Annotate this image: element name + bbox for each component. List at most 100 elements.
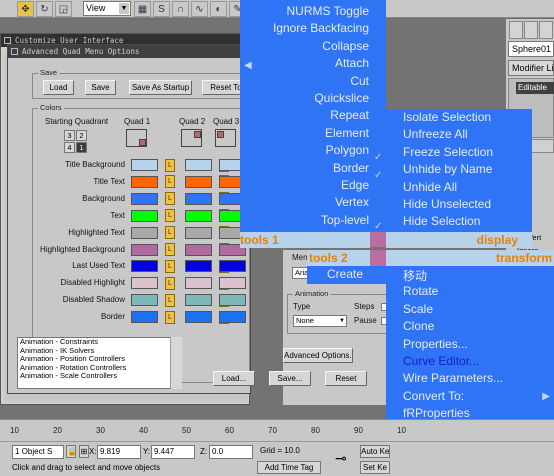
color-swatch[interactable] (219, 294, 246, 307)
menu-item[interactable]: Ignore Backfacing (273, 21, 369, 35)
auto-key-button[interactable]: Auto Ke (360, 445, 390, 458)
advanced-options-button[interactable]: Advanced Options... (283, 348, 353, 363)
rotate-icon[interactable]: ↻ (36, 1, 53, 17)
save-dots-button[interactable]: Save... (269, 371, 311, 386)
color-swatch[interactable] (131, 260, 158, 273)
color-swatch[interactable] (185, 226, 212, 239)
quad-1-icon[interactable] (126, 129, 147, 147)
menu-item[interactable]: Quickslice (314, 91, 369, 105)
z-coordinate-field[interactable]: 0.0 (209, 445, 253, 459)
color-swatch[interactable] (219, 277, 246, 290)
magnet-icon[interactable]: ∩ (172, 1, 189, 17)
quadrant-button-1[interactable]: 1 (76, 142, 87, 153)
menu-item[interactable]: Rotate (403, 284, 438, 298)
scale-icon[interactable]: ◲ (55, 1, 72, 17)
lock-color-toggle[interactable]: L (165, 158, 175, 172)
quad-2-icon[interactable] (181, 129, 202, 147)
lock-color-toggle[interactable]: L (165, 209, 175, 223)
color-swatch[interactable] (131, 192, 158, 205)
pivot-icon[interactable]: ▦ (134, 1, 151, 17)
menu-item[interactable]: Wire Parameters... (403, 371, 503, 385)
color-swatch[interactable] (185, 294, 212, 307)
lock-color-toggle[interactable]: L (165, 293, 175, 307)
command-panel-tabs[interactable] (509, 21, 553, 39)
add-time-tag-button[interactable]: Add Time Tag (257, 461, 321, 474)
menu-item[interactable]: Element (325, 126, 369, 140)
action-list[interactable]: Animation - Constraints Animation - IK S… (17, 337, 182, 389)
y-coordinate-field[interactable]: 9.447 (151, 445, 195, 459)
menu-item[interactable]: Properties... (403, 337, 468, 351)
quadrant-button-3[interactable]: 3 (64, 130, 75, 141)
object-name-field[interactable]: Sphere01 (508, 41, 554, 57)
menu-item[interactable]: Scale (403, 302, 433, 316)
quad-3-icon[interactable] (215, 129, 236, 147)
lock-color-toggle[interactable]: L (165, 259, 175, 273)
lock-color-toggle[interactable]: L (165, 226, 175, 240)
color-swatch[interactable] (185, 311, 212, 324)
save-button[interactable]: Save (85, 80, 116, 95)
material-icon[interactable]: ◐ (210, 1, 227, 17)
animation-type-select[interactable]: None ▼ (293, 315, 347, 327)
modifier-list-dropdown[interactable]: Modifier List (508, 60, 554, 76)
menu-item[interactable]: Freeze Selection (403, 145, 493, 159)
color-swatch[interactable] (131, 175, 158, 188)
save-as-startup-button[interactable]: Save As Startup (129, 80, 192, 95)
menu-item[interactable]: Clone (403, 319, 434, 333)
curve-icon[interactable]: ∿ (191, 1, 208, 17)
modifier-stack-item[interactable]: Editable (516, 82, 554, 94)
menu-item[interactable]: 移动 (403, 267, 427, 284)
menu-item[interactable]: Polygon (326, 143, 369, 157)
lock-color-toggle[interactable]: L (165, 243, 175, 256)
reset-button[interactable]: Reset (325, 371, 367, 386)
menu-item[interactable]: Collapse (322, 39, 369, 53)
menu-item[interactable]: Attach (335, 56, 369, 70)
menu-item[interactable]: Unhide by Name (403, 162, 492, 176)
color-swatch[interactable] (185, 159, 212, 171)
select-move-icon[interactable]: ✥ (17, 1, 34, 17)
lock-color-toggle[interactable]: L (165, 175, 175, 189)
color-swatch[interactable] (185, 260, 212, 273)
snap-icon[interactable]: S (153, 1, 170, 17)
color-swatch[interactable] (131, 243, 158, 256)
x-coordinate-field[interactable]: 9.819 (97, 445, 141, 459)
color-swatch[interactable] (131, 311, 158, 324)
color-swatch[interactable] (185, 192, 212, 205)
action-list-scrollbar[interactable] (170, 337, 182, 389)
set-key-button[interactable]: Set Ke (360, 461, 390, 474)
list-item[interactable]: Animation - Scale Controllers (18, 372, 181, 381)
color-swatch[interactable] (185, 277, 212, 290)
menu-item[interactable]: NURMS Toggle (287, 4, 369, 18)
color-swatch[interactable] (131, 226, 158, 239)
timeline[interactable]: 10 20 30 40 50 60 70 80 90 10 (0, 419, 554, 441)
lock-color-toggle[interactable]: L (165, 192, 175, 206)
color-swatch[interactable] (131, 209, 158, 222)
color-swatch[interactable] (185, 243, 212, 256)
menu-item[interactable]: Unfreeze All (403, 127, 468, 141)
color-swatch[interactable] (131, 159, 158, 171)
load-dots-button[interactable]: Load... (213, 371, 255, 386)
menu-item[interactable]: Convert To: (403, 389, 464, 403)
load-button[interactable]: Load (43, 80, 74, 95)
menu-item[interactable]: Vertex (335, 195, 369, 209)
color-swatch[interactable] (131, 277, 158, 290)
menu-item[interactable]: Top-level (321, 213, 369, 227)
color-swatch[interactable] (185, 209, 212, 222)
color-swatch[interactable] (219, 311, 246, 324)
menu-item[interactable]: Border (333, 161, 369, 175)
menu-item[interactable]: Repeat (330, 108, 369, 122)
menu-item-create[interactable]: Create (327, 267, 363, 281)
menu-item[interactable]: Isolate Selection (403, 110, 491, 124)
menu-item[interactable]: Edge (341, 178, 369, 192)
quadrant-button-2[interactable]: 2 (76, 130, 87, 141)
color-swatch[interactable] (219, 260, 246, 273)
quadrant-button-4[interactable]: 4 (64, 142, 75, 153)
lock-selection-icon[interactable]: 🔒 (66, 445, 76, 458)
lock-color-toggle[interactable]: L (165, 310, 175, 324)
menu-item[interactable]: Curve Editor... (403, 354, 479, 368)
menu-item[interactable]: Hide Unselected (403, 197, 491, 211)
lock-color-toggle[interactable]: L (165, 276, 175, 290)
absolute-mode-icon[interactable]: ⊞ (79, 445, 89, 458)
color-swatch[interactable] (131, 294, 158, 307)
menu-item[interactable]: Hide Selection (403, 214, 480, 228)
reference-coord-select[interactable]: View ▼ (83, 1, 131, 16)
